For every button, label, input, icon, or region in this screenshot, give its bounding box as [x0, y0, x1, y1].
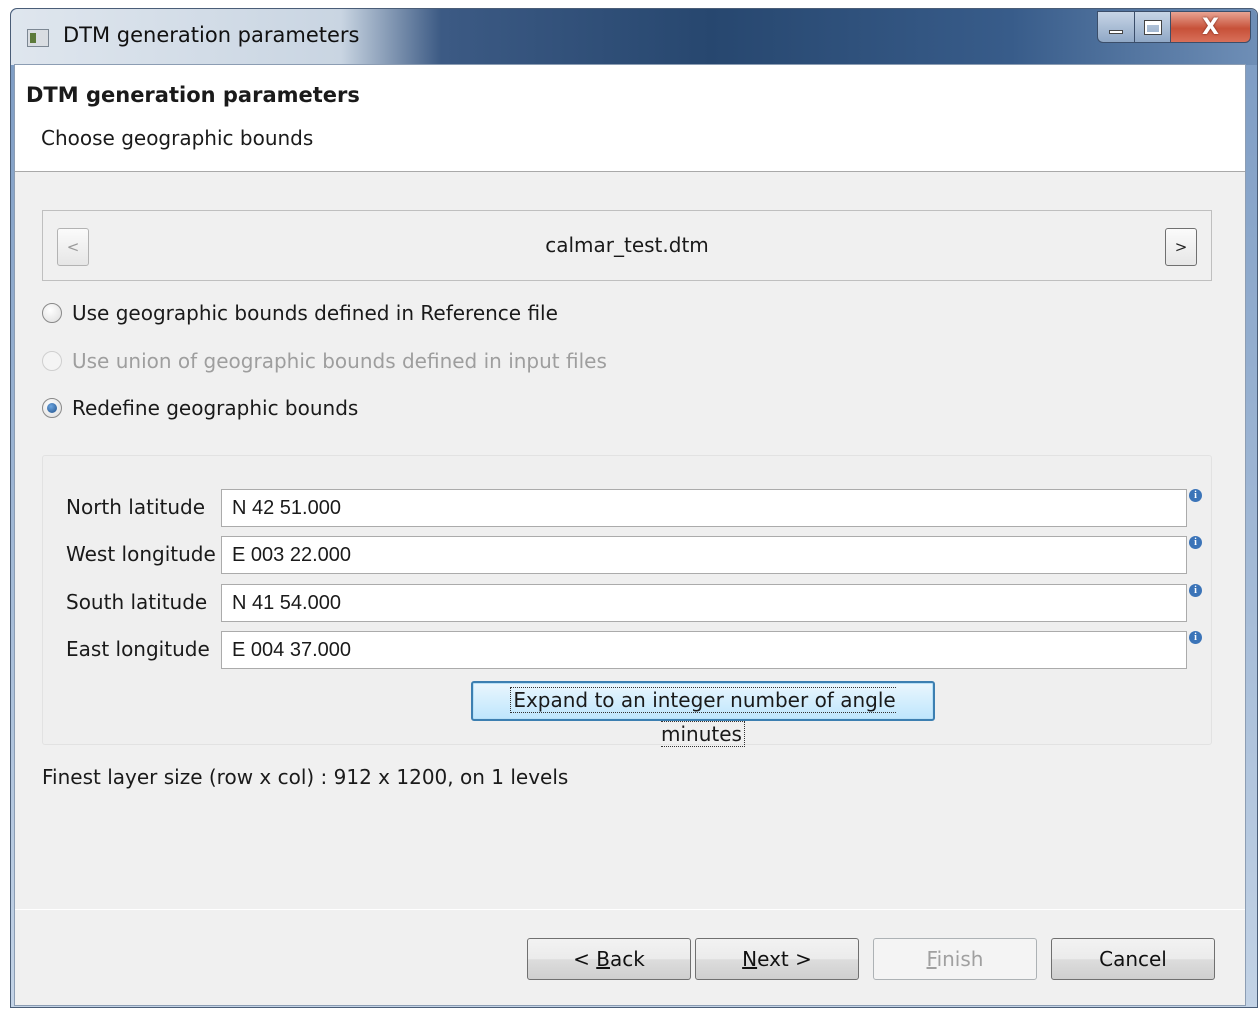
- north-latitude-label: North latitude: [66, 495, 206, 519]
- east-longitude-label: East longitude: [66, 637, 210, 661]
- close-button[interactable]: X: [1171, 11, 1251, 43]
- radio-label: Use geographic bounds defined in Referen…: [72, 301, 558, 325]
- finest-layer-size-text: Finest layer size (row x col) : 912 x 12…: [42, 765, 569, 789]
- north-latitude-row: North latitude N 42 51.000 i: [43, 489, 1211, 529]
- current-file-name: calmar_test.dtm: [545, 233, 709, 257]
- maximize-button[interactable]: [1135, 11, 1171, 43]
- finish-button-rest: inish: [936, 947, 984, 971]
- expand-to-integer-minutes-button[interactable]: Expand to an integer number of angle min…: [471, 681, 935, 747]
- south-latitude-row: South latitude N 41 54.000 i: [43, 584, 1211, 624]
- app-icon: [27, 29, 49, 47]
- radio-label: Use union of geographic bounds defined i…: [72, 349, 607, 373]
- dialog-client-area: DTM generation parameters Choose geograp…: [14, 64, 1246, 1006]
- west-longitude-row: West longitude E 003 22.000 i: [43, 536, 1211, 576]
- radio-union-bounds: Use union of geographic bounds defined i…: [42, 346, 607, 376]
- footer-separator: [15, 909, 1245, 910]
- radio-redefine-bounds[interactable]: Redefine geographic bounds: [42, 393, 358, 423]
- caption-buttons: X: [1097, 11, 1251, 45]
- west-longitude-input[interactable]: E 003 22.000: [221, 536, 1187, 574]
- east-longitude-row: East longitude E 004 37.000 i: [43, 631, 1211, 671]
- radio-button[interactable]: [42, 398, 62, 418]
- next-button-mnemonic: N: [742, 947, 758, 971]
- cancel-button[interactable]: Cancel: [1051, 938, 1215, 980]
- expand-button-label: Expand to an integer number of angle min…: [510, 687, 896, 747]
- file-navigator: < calmar_test.dtm >: [42, 210, 1212, 281]
- bounds-fields-group: North latitude N 42 51.000 i West longit…: [42, 455, 1212, 747]
- title-bar[interactable]: DTM generation parameters X: [11, 9, 1257, 65]
- info-icon[interactable]: i: [1189, 631, 1202, 644]
- page-title: DTM generation parameters: [26, 83, 360, 107]
- back-button[interactable]: < Back: [527, 938, 691, 980]
- back-button-prefix: <: [573, 947, 597, 971]
- info-icon[interactable]: i: [1189, 584, 1202, 597]
- finish-button-mnemonic: F: [926, 947, 937, 971]
- radio-label: Redefine geographic bounds: [72, 396, 359, 420]
- radio-button: [42, 351, 62, 371]
- next-button[interactable]: Next >: [695, 938, 859, 980]
- page-description: Choose geographic bounds: [41, 126, 314, 150]
- minimize-icon: [1109, 30, 1123, 34]
- south-latitude-input[interactable]: N 41 54.000: [221, 584, 1187, 622]
- minimize-button[interactable]: [1097, 11, 1135, 43]
- next-button-rest: ext >: [757, 947, 812, 971]
- window-title: DTM generation parameters: [63, 23, 360, 47]
- radio-reference-bounds[interactable]: Use geographic bounds defined in Referen…: [42, 298, 558, 328]
- east-longitude-input[interactable]: E 004 37.000: [221, 631, 1187, 669]
- south-latitude-label: South latitude: [66, 590, 208, 614]
- back-button-mnemonic: B: [596, 947, 610, 971]
- west-longitude-label: West longitude: [66, 542, 216, 566]
- back-button-rest: ack: [610, 947, 645, 971]
- close-icon: X: [1202, 14, 1219, 40]
- info-icon[interactable]: i: [1189, 536, 1202, 549]
- finish-button: Finish: [873, 938, 1037, 980]
- info-icon[interactable]: i: [1189, 489, 1202, 502]
- maximize-icon: [1143, 19, 1162, 35]
- next-file-button[interactable]: >: [1165, 228, 1197, 266]
- wizard-header: DTM generation parameters Choose geograp…: [15, 65, 1245, 172]
- radio-button[interactable]: [42, 303, 62, 323]
- north-latitude-input[interactable]: N 42 51.000: [221, 489, 1187, 527]
